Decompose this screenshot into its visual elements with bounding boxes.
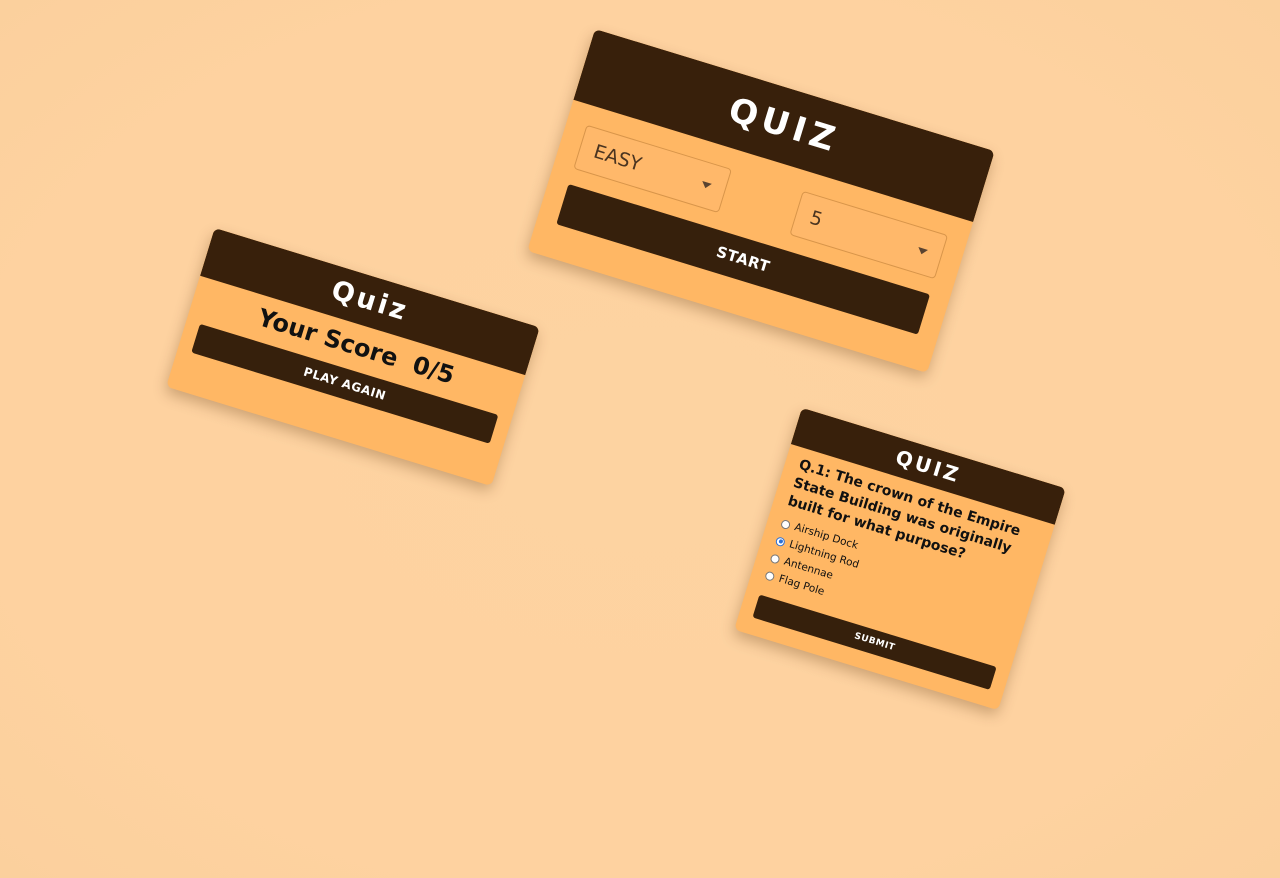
score-value: 0/5 <box>409 350 458 390</box>
radio-button[interactable] <box>764 570 776 582</box>
radio-button[interactable] <box>774 535 787 547</box>
question-count-select-value: 5 <box>807 206 826 232</box>
quiz-score-card: Quiz Your Score 0/5 PLAY AGAIN <box>166 227 540 487</box>
chevron-down-icon <box>916 247 928 256</box>
page-background: QUIZ EASY 5 START Quiz Your Score 0/5 PL… <box>0 0 1280 878</box>
chevron-down-icon <box>700 180 712 190</box>
quiz-setup-card: QUIZ EASY 5 START <box>527 28 995 374</box>
radio-button[interactable] <box>769 552 781 565</box>
difficulty-select-value: EASY <box>591 140 645 176</box>
radio-button[interactable] <box>780 518 792 530</box>
quiz-question-card: QUIZ Q.1: The crown of the Empire State … <box>734 407 1066 711</box>
